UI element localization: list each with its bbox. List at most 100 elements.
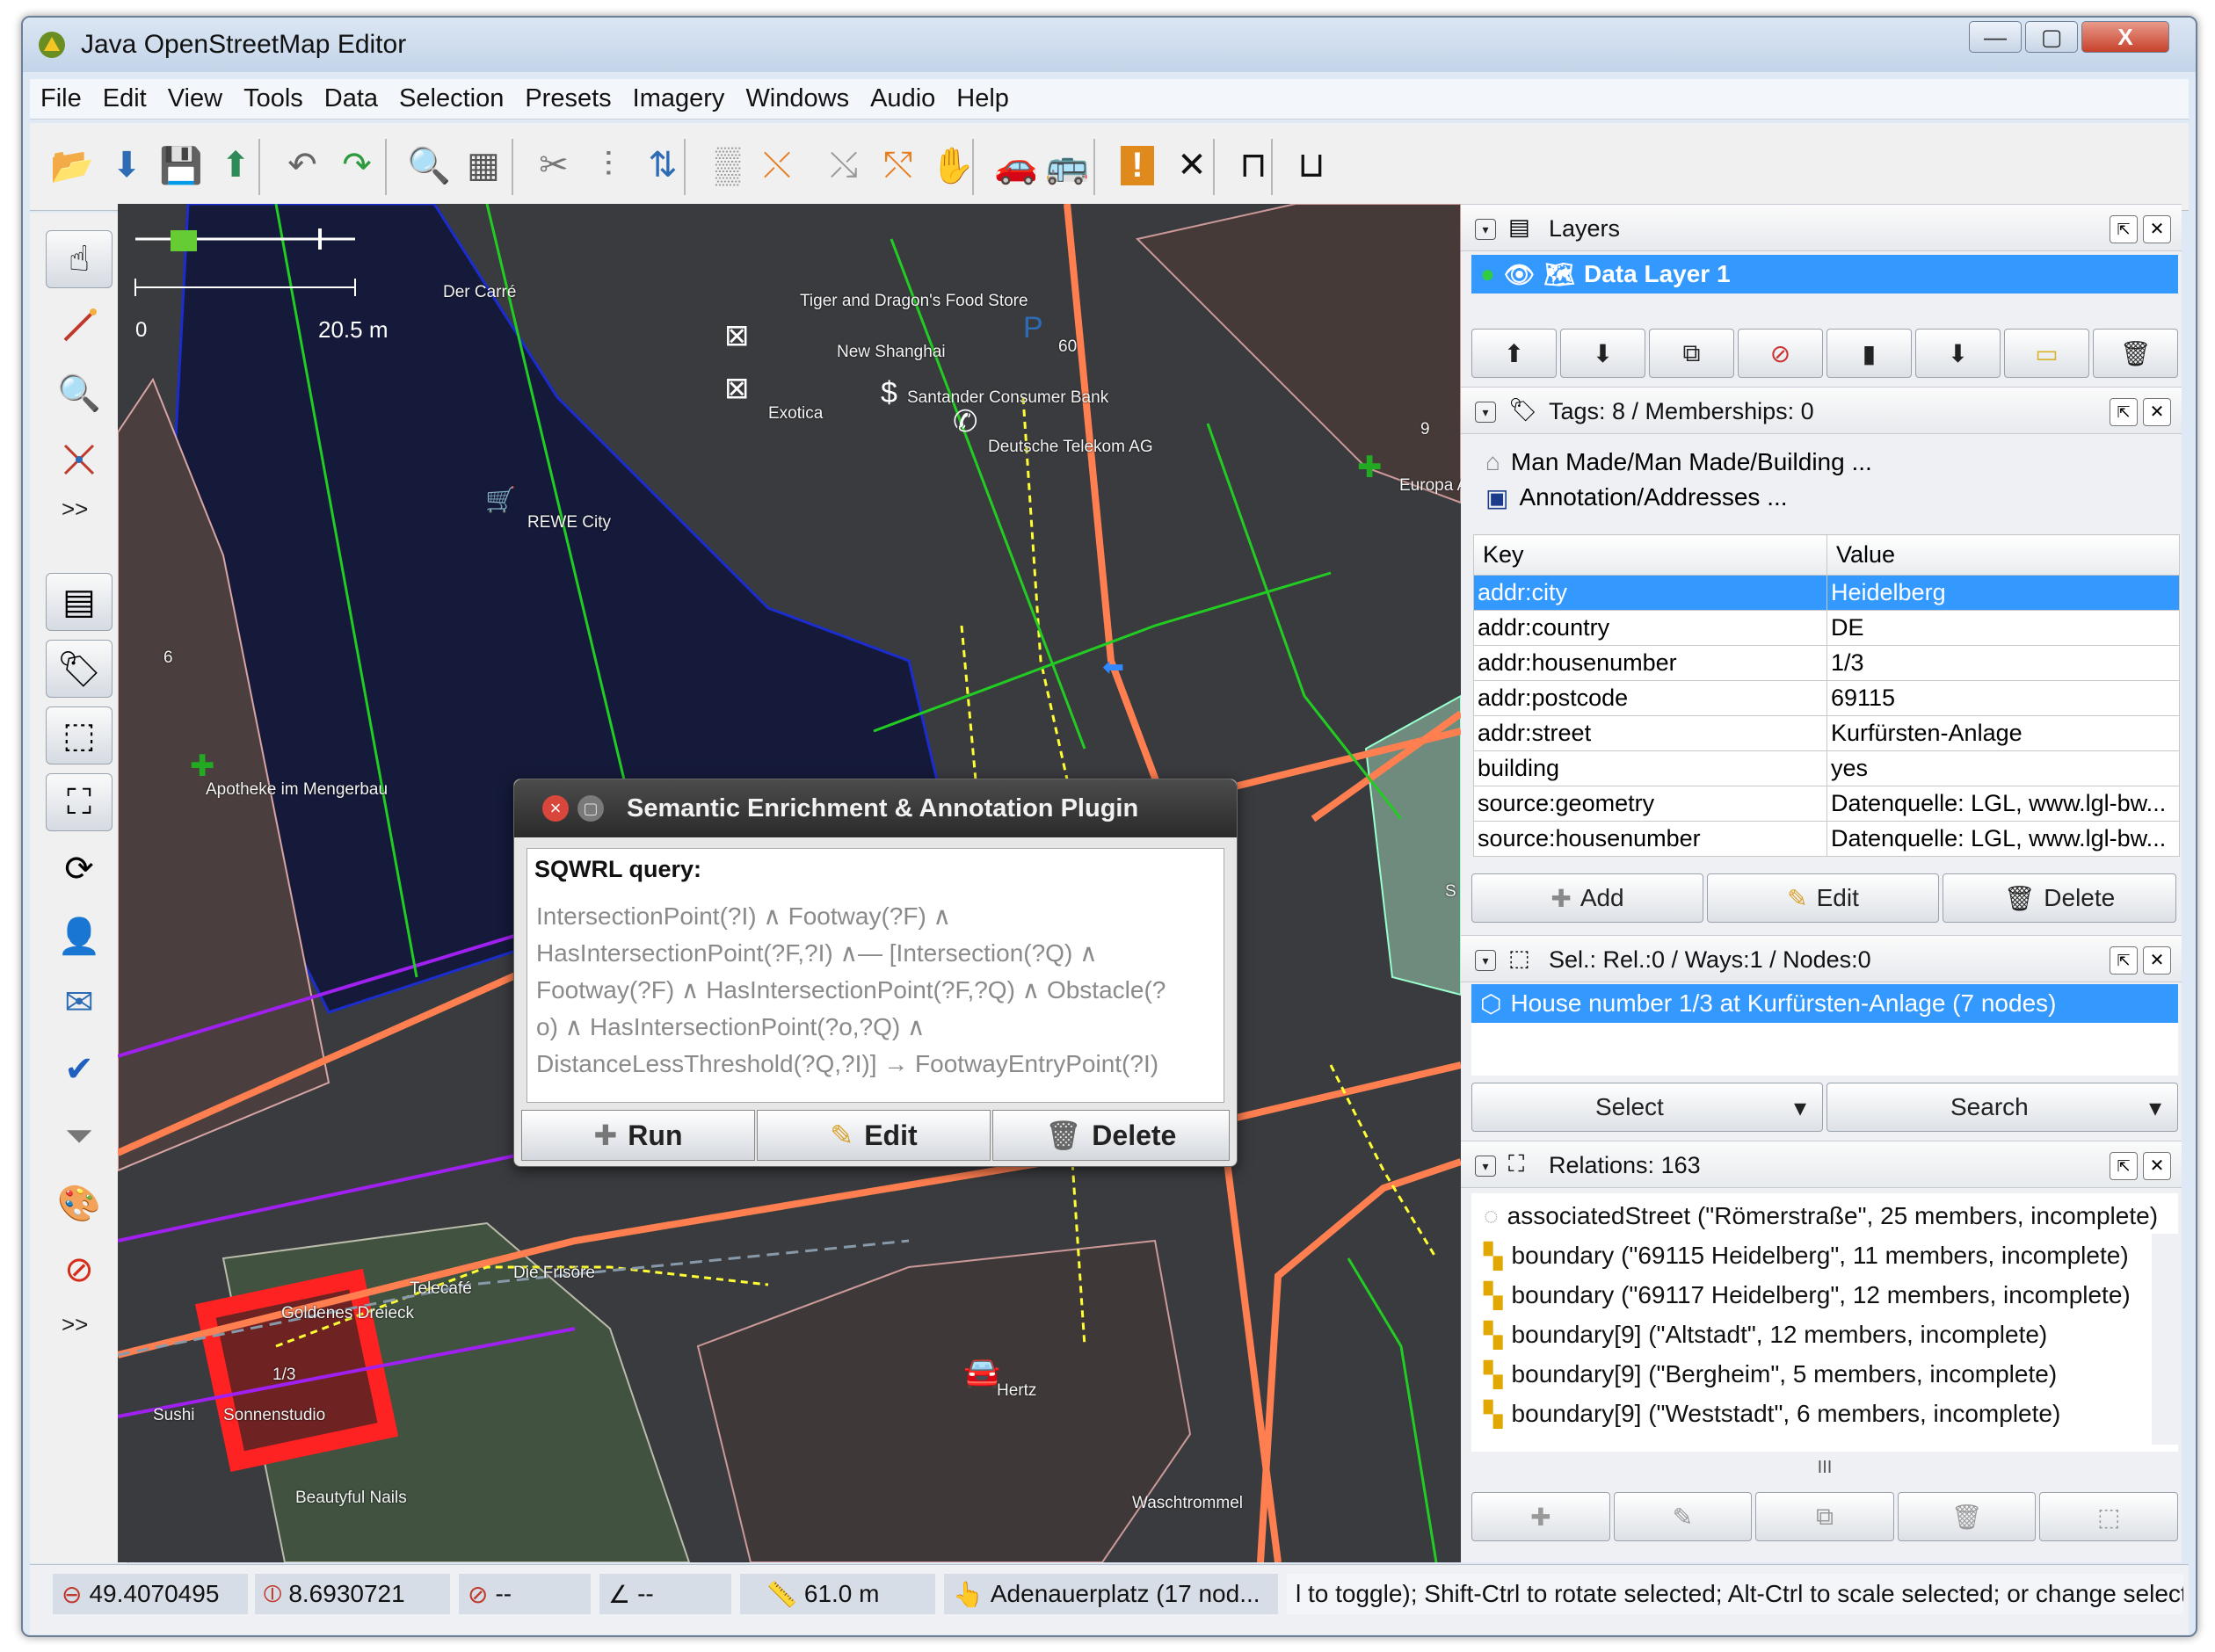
cross-button[interactable]: ✕: [1166, 137, 1218, 193]
tag-key[interactable]: addr:housenumber: [1473, 645, 1827, 681]
dock-icon[interactable]: ⇱: [2110, 398, 2138, 426]
menu-tools[interactable]: Tools: [233, 84, 314, 113]
new-relation-button[interactable]: ✚: [1471, 1492, 1610, 1541]
relations-panel-header[interactable]: ▾ ⛶ Relations: 163 ⇱ ✕: [1461, 1141, 2182, 1188]
dock-icon[interactable]: ⇱: [2110, 215, 2138, 243]
more-toggles-label[interactable]: >>: [62, 1311, 88, 1338]
combine-way-button[interactable]: ⫶: [582, 137, 635, 193]
move-up-button[interactable]: ⬆: [1471, 329, 1557, 378]
panel-close-icon[interactable]: ✕: [2143, 215, 2171, 243]
panel-close-icon[interactable]: ✕: [2143, 946, 2171, 975]
warning-button[interactable]: !: [1111, 137, 1164, 193]
move-down-button[interactable]: ⬇: [1560, 329, 1645, 378]
tags-toggle[interactable]: 🏷: [46, 640, 113, 698]
tag-key[interactable]: addr:postcode: [1473, 680, 1827, 716]
selection-list-toggle[interactable]: ⬚: [46, 706, 113, 764]
relations-vertical-scrollbar[interactable]: [2152, 1234, 2178, 1445]
add-tag-button[interactable]: ✚ Add: [1471, 873, 1703, 923]
collapse-icon[interactable]: ▾: [1475, 219, 1496, 240]
tag-row[interactable]: source:housenumber Datenquelle: LGL, www.…: [1473, 821, 2180, 857]
select-relation-button[interactable]: ⬚: [2039, 1492, 2178, 1541]
layer-info-button[interactable]: ▭: [2004, 329, 2089, 378]
conflict-toggle[interactable]: ⊘: [46, 1241, 113, 1299]
key-column-header[interactable]: Key: [1473, 534, 1827, 576]
layer-row[interactable]: ● 👁 🗺 Data Layer 1: [1471, 255, 2178, 293]
relation-item[interactable]: ▚ boundary[9] ("Altstadt", 12 members, in…: [1484, 1315, 2047, 1354]
layers-panel-header[interactable]: ▾ ▤ Layers ⇱ ✕: [1461, 204, 2182, 251]
menu-imagery[interactable]: Imagery: [622, 84, 736, 113]
tag-row[interactable]: addr:country DE: [1473, 610, 2180, 646]
duplicate-relation-button[interactable]: ⧉: [1755, 1492, 1894, 1541]
query-text[interactable]: IntersectionPoint(?I) ∧ Footway(?F) ∧ Ha…: [536, 898, 1218, 1083]
reverse-way-button[interactable]: ▒: [701, 137, 754, 193]
more-tools-label[interactable]: >>: [62, 496, 88, 523]
tag-value[interactable]: Kurfürsten-Anlage: [1826, 715, 2180, 751]
scroll-thumb[interactable]: III: [1818, 1458, 1833, 1478]
tag-row[interactable]: building yes: [1473, 750, 2180, 786]
filter-toggle[interactable]: ⏷: [46, 1107, 113, 1165]
tag-row[interactable]: addr:city Heidelberg: [1473, 575, 2180, 611]
tunnel-button[interactable]: ⊔: [1285, 137, 1338, 193]
menu-presets[interactable]: Presets: [514, 84, 621, 113]
dropdown-arrow-icon[interactable]: ▾: [1794, 1093, 1806, 1122]
delete-query-button[interactable]: 🗑 Delete: [992, 1110, 1230, 1161]
bus-button[interactable]: 🚌: [1041, 137, 1093, 193]
delete-button[interactable]: ✂: [527, 137, 580, 193]
collapse-icon[interactable]: ▾: [1475, 950, 1496, 971]
selection-item[interactable]: ⬡ House number 1/3 at Kurfürsten-Anlage (…: [1471, 984, 2178, 1023]
dropdown-arrow-icon[interactable]: ▾: [2149, 1093, 2161, 1122]
query-box[interactable]: SQWRL query: IntersectionPoint(?I) ∧ Foo…: [527, 848, 1224, 1103]
relation-item[interactable]: ▚ boundary ("69117 Heidelberg", 12 member…: [1484, 1276, 2131, 1315]
value-column-header[interactable]: Value: [1826, 534, 2180, 576]
preset-link[interactable]: ▣ Annotation/Addresses ...: [1485, 483, 1788, 512]
collapse-icon[interactable]: ▾: [1475, 402, 1496, 423]
tag-value[interactable]: 69115: [1826, 680, 2180, 716]
map-paint-toggle[interactable]: 🎨: [46, 1174, 113, 1232]
selection-panel-header[interactable]: ▾ ⬚ Sel.: Rel.:0 / Ways:1 / Nodes:0 ⇱ ✕: [1461, 935, 2182, 982]
eye-icon[interactable]: 👁: [1504, 260, 1536, 289]
dialog-close-button[interactable]: ×: [542, 795, 569, 822]
tag-key[interactable]: source:geometry: [1473, 786, 1827, 822]
relation-item[interactable]: ▚ boundary ("69115 Heidelberg", 11 member…: [1484, 1236, 2129, 1275]
menu-data[interactable]: Data: [314, 84, 389, 113]
menu-help[interactable]: Help: [946, 84, 1020, 113]
tag-value[interactable]: yes: [1826, 750, 2180, 786]
relation-item[interactable]: ◌ associatedStreet ("Römerstraße", 25 mem…: [1484, 1197, 2158, 1235]
preferences-button[interactable]: 🔍: [403, 137, 455, 193]
download-button[interactable]: ⬇: [100, 137, 153, 193]
tag-value[interactable]: DE: [1826, 610, 2180, 646]
open-file-button[interactable]: 📂: [46, 137, 98, 193]
edit-tag-button[interactable]: ✎ Edit: [1707, 873, 1939, 923]
edit-query-button[interactable]: ✎ Edit: [757, 1110, 991, 1161]
tag-key[interactable]: addr:city: [1473, 575, 1827, 611]
validator-toggle[interactable]: ✔: [46, 1040, 113, 1098]
menu-audio[interactable]: Audio: [860, 84, 946, 113]
relation-item[interactable]: ▚ boundary[9] ("Weststadt", 6 members, in…: [1484, 1395, 2060, 1433]
search-button[interactable]: Search ▾: [1826, 1083, 2178, 1132]
history-toggle[interactable]: ⟳: [46, 840, 113, 898]
panel-close-icon[interactable]: ✕: [2143, 1152, 2171, 1180]
edit-relation-button[interactable]: ✎: [1613, 1492, 1753, 1541]
opacity-button[interactable]: ▮: [1826, 329, 1912, 378]
tags-panel-header[interactable]: ▾ 🏷 Tags: 8 / Memberships: 0 ⇱ ✕: [1461, 387, 2182, 434]
select-tool-button[interactable]: ☝: [46, 230, 113, 288]
dock-icon[interactable]: ⇱: [2110, 946, 2138, 975]
hand-button[interactable]: ✋: [926, 137, 979, 193]
tag-key[interactable]: addr:country: [1473, 610, 1827, 646]
upload-button[interactable]: ⬆: [209, 137, 262, 193]
dialog-minimize-button[interactable]: ▢: [577, 795, 604, 822]
author-toggle[interactable]: 👤: [46, 907, 113, 965]
tag-row[interactable]: addr:street Kurfürsten-Anlage: [1473, 715, 2180, 751]
tag-value[interactable]: Heidelberg: [1826, 575, 2180, 611]
panel-close-icon[interactable]: ✕: [2143, 398, 2171, 426]
zoom-data-button[interactable]: ▦: [457, 137, 510, 193]
tag-row[interactable]: addr:postcode 69115: [1473, 680, 2180, 716]
relations-horizontal-scrollbar[interactable]: III: [1471, 1452, 2178, 1483]
visible-check-icon[interactable]: ●: [1480, 260, 1495, 288]
collapse-icon[interactable]: ▾: [1475, 1156, 1496, 1177]
relation-list-toggle[interactable]: ⛶: [46, 773, 113, 831]
delete-relation-button[interactable]: 🗑: [1897, 1492, 2037, 1541]
run-button[interactable]: ✚ Run: [521, 1110, 755, 1161]
layer-list-toggle[interactable]: ▤: [46, 573, 113, 631]
menu-selection[interactable]: Selection: [389, 84, 514, 113]
